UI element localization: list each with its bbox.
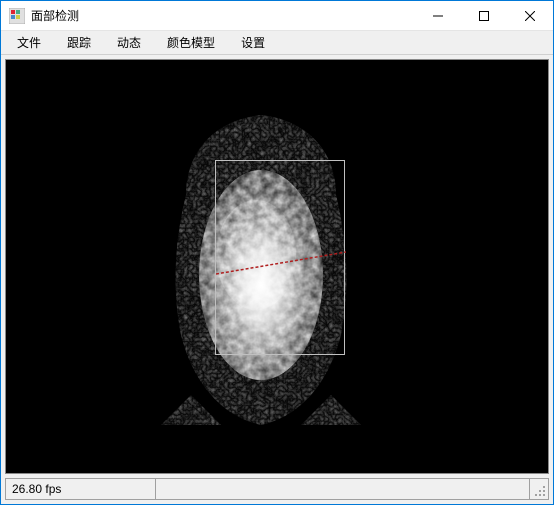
statusbar: 26.80 fps: [5, 478, 549, 500]
menu-file[interactable]: 文件: [5, 32, 53, 53]
video-viewport[interactable]: [5, 59, 549, 474]
titlebar[interactable]: 面部检测: [1, 1, 553, 31]
window-title: 面部检测: [31, 7, 415, 24]
minimize-button[interactable]: [415, 1, 461, 30]
menu-settings[interactable]: 设置: [229, 32, 277, 53]
menu-track[interactable]: 跟踪: [55, 32, 103, 53]
window-controls: [415, 1, 553, 30]
status-spacer: [156, 479, 530, 499]
menu-color-model[interactable]: 颜色模型: [155, 32, 227, 53]
detected-face-image: [161, 115, 361, 425]
app-icon: [9, 8, 25, 24]
menubar: 文件 跟踪 动态 颜色模型 设置: [1, 31, 553, 55]
status-fps: 26.80 fps: [6, 479, 156, 499]
close-button[interactable]: [507, 1, 553, 30]
app-window: 面部检测 文件 跟踪 动态 颜色模型 设置: [0, 0, 554, 505]
content-area: 26.80 fps: [1, 55, 553, 504]
menu-dynamic[interactable]: 动态: [105, 32, 153, 53]
maximize-button[interactable]: [461, 1, 507, 30]
resize-grip[interactable]: [530, 479, 548, 499]
